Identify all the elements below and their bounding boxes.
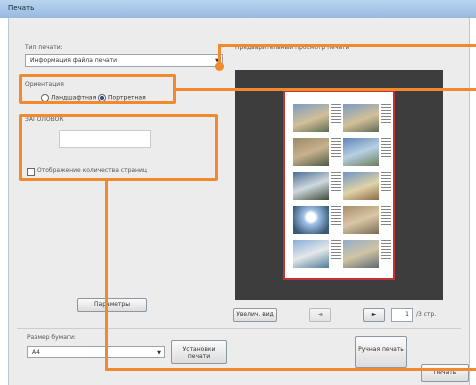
preview-thumbnail-info — [331, 138, 341, 158]
paper-size-value: A4 — [32, 349, 40, 356]
preview-thumbnail-info — [381, 206, 391, 226]
preview-thumbnail-info — [331, 104, 341, 124]
preview-thumbnail — [293, 240, 329, 268]
print-type-label: Тип печати: — [25, 44, 63, 51]
paper-size-select[interactable]: A4 ▼ — [27, 346, 165, 358]
preview-thumbnail — [293, 206, 329, 234]
preview-thumbnail-info — [381, 104, 391, 124]
window-title: Печать — [8, 4, 35, 12]
preview-thumbnail-info — [381, 172, 391, 192]
callout-line-header-vertical — [105, 181, 108, 371]
parameters-button[interactable]: Параметры — [77, 298, 147, 312]
preview-thumbnail — [343, 138, 379, 166]
next-page-button[interactable]: ► — [363, 308, 385, 322]
preview-thumbnail — [343, 104, 379, 132]
zoom-button[interactable]: Увелич. вид — [233, 308, 277, 322]
print-button[interactable]: Печать — [421, 364, 469, 382]
header-highlight — [19, 114, 218, 181]
chevron-down-icon: ▼ — [157, 350, 161, 356]
chevron-right-icon: ► — [371, 311, 377, 318]
callout-dot-preview — [215, 62, 224, 71]
preview-thumbnail — [293, 138, 329, 166]
print-setup-button[interactable]: Установки печати — [171, 340, 227, 364]
preview-thumbnail-info — [331, 240, 341, 260]
callout-line-orientation — [176, 88, 476, 91]
preview-thumbnail — [343, 240, 379, 268]
chevron-left-icon: ◄ — [317, 311, 323, 318]
paper-size-label: Размер бумаги: — [27, 334, 76, 341]
preview-thumbnail-info — [331, 206, 341, 226]
preview-thumbnail — [343, 206, 379, 234]
print-type-value: Информация файла печати — [30, 57, 118, 64]
current-page-field[interactable]: 1 — [391, 308, 413, 322]
previous-page-button[interactable]: ◄ — [309, 308, 331, 322]
divider — [17, 328, 461, 329]
title-bar: Печать — [0, 0, 476, 18]
callout-line-header — [105, 368, 476, 371]
manual-print-button[interactable]: Ручная печать — [355, 336, 407, 368]
preview-thumbnail — [293, 172, 329, 200]
preview-thumbnail-info — [381, 240, 391, 260]
preview-thumbnail-info — [331, 172, 341, 192]
orientation-highlight — [19, 74, 176, 104]
total-pages-label: /3 стр. — [416, 311, 437, 318]
preview-thumbnail-info — [381, 138, 391, 158]
preview-thumbnail — [293, 104, 329, 132]
preview-thumbnail — [343, 172, 379, 200]
print-type-select[interactable]: Информация файла печати ▼ — [25, 54, 223, 67]
preview-page — [283, 90, 395, 280]
callout-line-preview — [218, 44, 476, 47]
print-preview — [235, 70, 443, 300]
